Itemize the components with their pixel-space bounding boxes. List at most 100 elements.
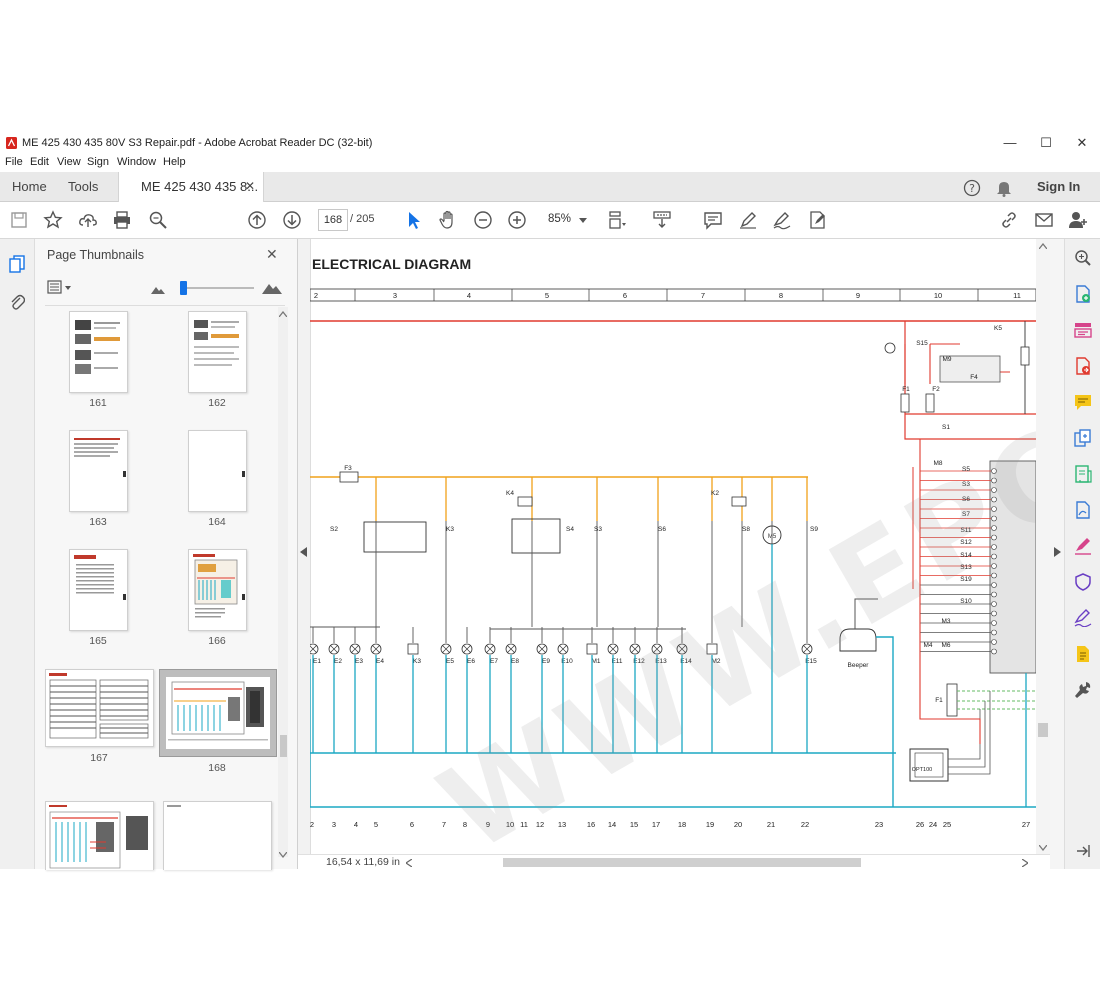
controller-pin xyxy=(991,496,997,503)
component-label: M8 xyxy=(933,460,942,467)
edit-pdf-icon[interactable] xyxy=(1074,501,1092,519)
request-signature-icon[interactable] xyxy=(1074,609,1092,627)
stamp-note-icon[interactable] xyxy=(1074,645,1092,663)
expand-right-panel-icon[interactable] xyxy=(1054,547,1061,557)
close-window-button[interactable]: ✕ xyxy=(1065,134,1099,152)
thumbnail-scrollbar[interactable] xyxy=(278,307,288,857)
thumbnail-page-166[interactable] xyxy=(188,549,247,631)
search-tools-icon[interactable] xyxy=(1074,249,1092,267)
menu-window[interactable]: Window xyxy=(117,156,156,168)
thumbnail-size-slider-handle[interactable] xyxy=(180,281,187,295)
notification-bell-icon[interactable] xyxy=(996,179,1012,197)
draw-signature-icon[interactable] xyxy=(772,210,792,230)
fuse-f3-symbol xyxy=(339,471,359,483)
help-icon[interactable]: ? xyxy=(963,179,981,197)
thumbnail-page-169[interactable] xyxy=(45,801,154,870)
scrolling-mode-icon[interactable] xyxy=(652,210,672,230)
upload-cloud-icon[interactable] xyxy=(78,210,98,230)
tab-document[interactable]: ME 425 430 435 8... ✕ xyxy=(118,172,264,202)
zoom-in-icon[interactable] xyxy=(507,210,527,230)
cyan-wire-group xyxy=(310,544,808,807)
expand-panel-arrow-icon[interactable] xyxy=(1076,844,1090,858)
scroll-right-icon[interactable] xyxy=(1022,859,1028,867)
compress-pdf-icon[interactable] xyxy=(1074,465,1092,483)
thumbnail-page-165[interactable] xyxy=(69,549,128,631)
menu-edit[interactable]: Edit xyxy=(30,156,49,168)
tab-home[interactable]: Home xyxy=(12,179,47,194)
email-icon[interactable] xyxy=(1034,210,1054,230)
page-display-icon[interactable] xyxy=(607,210,627,230)
right-panel-toggle-strip[interactable] xyxy=(1050,239,1064,869)
horizontal-scroll-thumb[interactable] xyxy=(503,858,861,867)
zoom-out-icon[interactable] xyxy=(473,210,493,230)
comment-tool-icon[interactable] xyxy=(1074,393,1092,411)
thumbnail-page-163[interactable] xyxy=(69,430,128,512)
document-scroll-thumb[interactable] xyxy=(1038,723,1048,737)
save-icon[interactable] xyxy=(9,210,29,230)
enlarge-thumbnails-icon[interactable] xyxy=(262,280,282,294)
thumbnail-options-icon[interactable] xyxy=(47,280,73,294)
scroll-down-arrow-icon[interactable] xyxy=(1039,845,1047,851)
lamp-label: E4 xyxy=(376,658,384,665)
scroll-left-icon[interactable] xyxy=(406,859,412,867)
component-label: S15 xyxy=(916,340,928,347)
component-label: M9 xyxy=(942,356,951,363)
document-view[interactable]: ELECTRICAL DIAGRAM 234567891011 xyxy=(298,239,1050,855)
thumbnail-page-164[interactable] xyxy=(188,430,247,512)
page-number-input[interactable]: 168 xyxy=(318,209,348,231)
collapse-left-icon[interactable] xyxy=(300,547,307,557)
menu-sign[interactable]: Sign xyxy=(87,156,109,168)
export-pdf-icon[interactable] xyxy=(1074,357,1092,375)
scroll-down-icon[interactable] xyxy=(279,852,287,858)
chevron-down-icon[interactable] xyxy=(579,218,587,223)
lamp-row xyxy=(310,643,813,655)
add-user-icon[interactable] xyxy=(1068,210,1088,230)
next-page-icon[interactable] xyxy=(282,210,302,230)
scroll-up-icon[interactable] xyxy=(279,311,287,317)
highlight-pen-icon[interactable] xyxy=(738,210,758,230)
tab-tools[interactable]: Tools xyxy=(68,179,98,194)
thumbnail-page-170[interactable] xyxy=(163,801,272,870)
terminal-number: 18 xyxy=(678,820,686,829)
thumbnail-page-161[interactable] xyxy=(69,311,128,393)
fill-sign-icon[interactable] xyxy=(808,210,828,230)
document-vertical-scrollbar[interactable] xyxy=(1036,239,1050,855)
sign-in-button[interactable]: Sign In xyxy=(1037,179,1080,194)
minimize-button[interactable]: — xyxy=(993,134,1027,152)
previous-page-icon[interactable] xyxy=(247,210,267,230)
panel-close-button[interactable]: ✕ xyxy=(266,246,278,263)
component-label: S19 xyxy=(960,576,972,583)
protect-shield-icon[interactable] xyxy=(1074,573,1092,591)
hand-tool-icon[interactable] xyxy=(438,210,458,230)
bookmark-star-icon[interactable] xyxy=(43,210,63,230)
shrink-thumbnails-icon[interactable] xyxy=(151,284,165,294)
window-title: ME 425 430 435 80V S3 Repair.pdf - Adobe… xyxy=(22,137,373,149)
zoom-level-dropdown[interactable]: 85% xyxy=(548,213,571,225)
thumbnail-page-167[interactable] xyxy=(45,669,154,747)
create-pdf-icon[interactable] xyxy=(1074,285,1092,303)
component-label: K5 xyxy=(994,325,1002,332)
scroll-up-arrow-icon[interactable] xyxy=(1039,243,1047,249)
share-link-icon[interactable] xyxy=(999,210,1019,230)
menu-help[interactable]: Help xyxy=(163,156,186,168)
maximize-button[interactable]: ☐ xyxy=(1029,134,1063,152)
comment-icon[interactable] xyxy=(703,210,723,230)
menu-file[interactable]: File xyxy=(5,156,23,168)
more-tools-wrench-icon[interactable] xyxy=(1074,681,1092,699)
page-thumbnails-icon[interactable] xyxy=(9,255,25,273)
thumbnail-page-162[interactable] xyxy=(188,311,247,393)
thumbnail-scrollbar-thumb[interactable] xyxy=(280,735,287,757)
fill-and-sign-icon[interactable] xyxy=(1074,537,1092,555)
controller-pin xyxy=(991,629,997,636)
attachments-paperclip-icon[interactable] xyxy=(9,293,25,311)
organize-pages-icon[interactable] xyxy=(1074,321,1092,339)
thumbnail-page-168-selected[interactable] xyxy=(159,669,277,757)
combine-files-icon[interactable] xyxy=(1074,429,1092,447)
menu-view[interactable]: View xyxy=(57,156,81,168)
thumbnail-size-slider[interactable] xyxy=(180,287,254,289)
zoom-search-icon[interactable] xyxy=(148,210,168,230)
select-cursor-icon[interactable] xyxy=(404,210,424,230)
print-icon[interactable] xyxy=(112,210,132,230)
tab-close-button[interactable]: ✕ xyxy=(245,179,255,193)
lamp-label: E5 xyxy=(446,658,454,665)
